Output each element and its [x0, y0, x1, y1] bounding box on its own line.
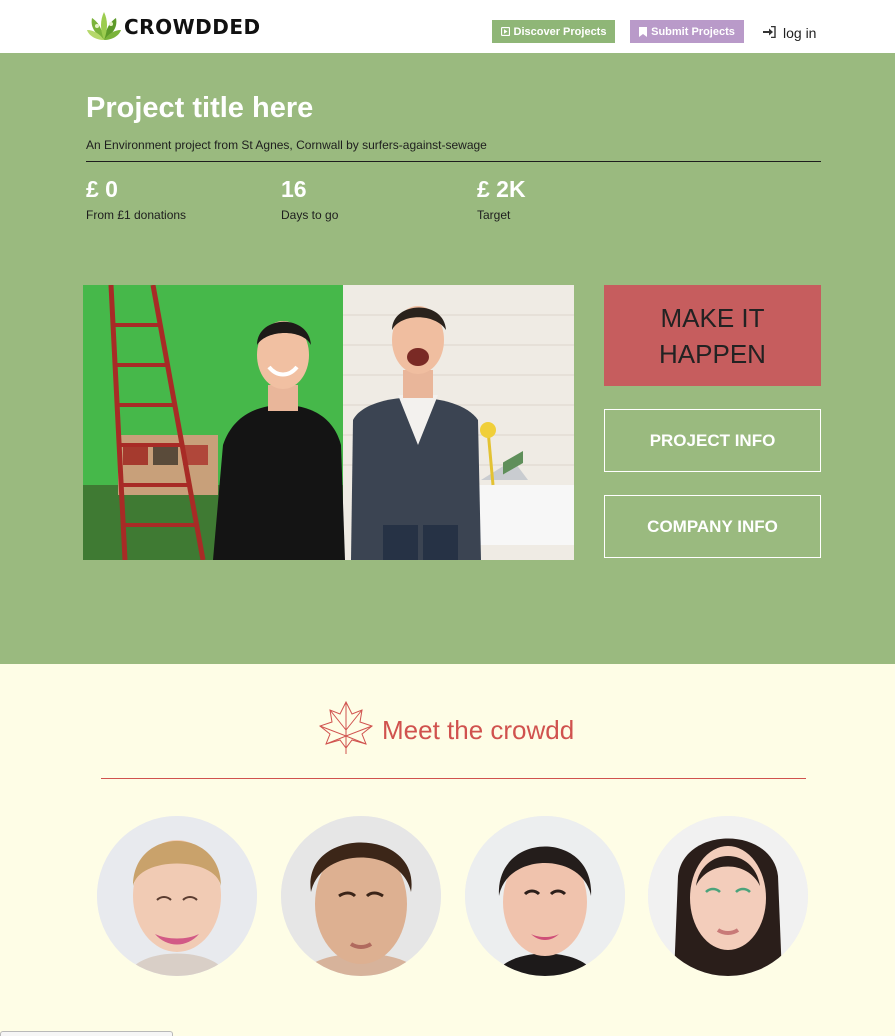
project-photo	[83, 285, 574, 560]
crowd-heading: Meet the crowdd	[318, 700, 575, 761]
submit-projects-button[interactable]: Submit Projects	[630, 20, 744, 43]
bookmark-icon	[639, 26, 648, 37]
stat-target-value: £ 2K	[477, 176, 526, 202]
leaf-cluster-icon	[86, 10, 122, 44]
stat-raised: £ 0 From £1 donations	[86, 175, 186, 222]
sign-in-icon	[763, 25, 776, 41]
logo-text: CROWDDED	[124, 15, 261, 39]
leaf-outline-icon	[318, 700, 374, 761]
discover-projects-button[interactable]: Discover Projects	[492, 20, 615, 43]
divider	[101, 778, 806, 779]
discover-projects-label: Discover Projects	[513, 25, 607, 38]
make-it-happen-button[interactable]: MAKE IT HAPPEN	[604, 285, 821, 386]
stat-days-label: Days to go	[281, 208, 339, 222]
submit-projects-label: Submit Projects	[651, 25, 735, 38]
top-navbar: CROWDDED Discover Projects Submit Projec…	[0, 0, 895, 53]
crowd-member-avatar[interactable]	[97, 816, 257, 976]
stat-raised-label: From £1 donations	[86, 208, 187, 222]
site-logo[interactable]: CROWDDED	[86, 10, 261, 44]
stat-days-value: 16	[281, 176, 307, 202]
stat-target: £ 2K Target	[477, 175, 526, 222]
browser-status-tab	[0, 1031, 173, 1036]
play-square-icon	[500, 27, 510, 36]
stat-raised-value: £ 0	[86, 176, 118, 202]
company-info-button[interactable]: COMPANY INFO	[604, 495, 821, 558]
crowd-member-avatar[interactable]	[465, 816, 625, 976]
login-link[interactable]: log in	[763, 23, 816, 43]
crowd-title: Meet the crowdd	[382, 714, 575, 745]
project-subtitle: An Environment project from St Agnes, Co…	[86, 138, 487, 152]
login-label: log in	[783, 25, 817, 41]
stat-target-label: Target	[477, 208, 511, 222]
divider	[86, 161, 821, 162]
project-title: Project title here	[86, 92, 314, 124]
crowd-member-avatar[interactable]	[648, 816, 808, 976]
stat-days: 16 Days to go	[281, 175, 338, 222]
crowd-member-avatar[interactable]	[281, 816, 441, 976]
project-info-button[interactable]: PROJECT INFO	[604, 409, 821, 472]
